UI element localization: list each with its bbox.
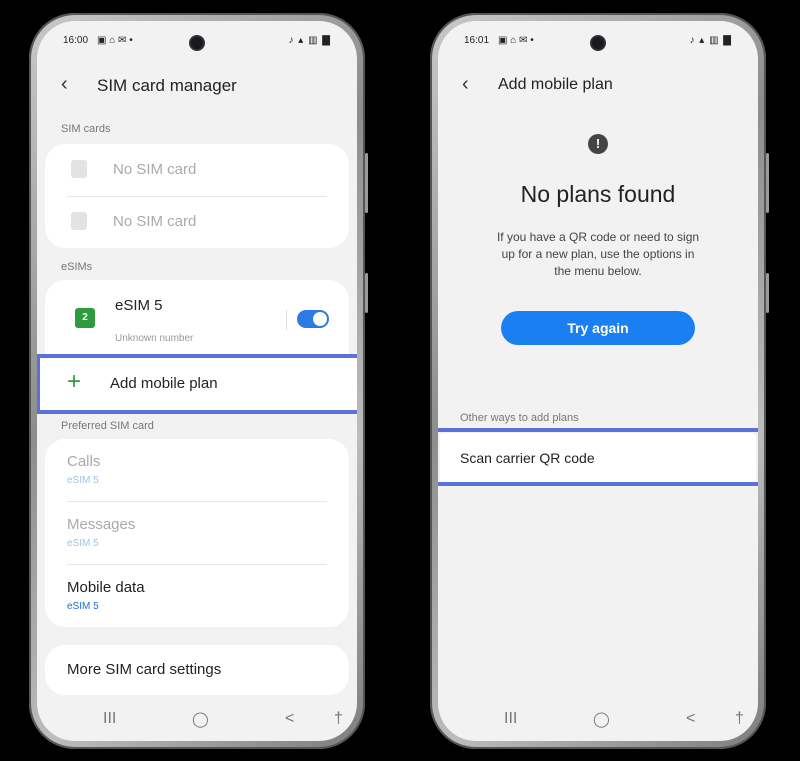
- camera-cutout: [592, 37, 604, 49]
- message-line: up for a new plan, use the options in: [501, 247, 695, 261]
- notification-icons: ▣ ⌂ ✉ •: [97, 35, 133, 46]
- preferred-calls-row: Calls eSIM 5: [67, 439, 327, 501]
- status-time: 16:00: [63, 35, 89, 46]
- exclamation-icon: !: [588, 134, 608, 154]
- esim-number: Unknown number: [115, 333, 194, 344]
- recents-icon[interactable]: III: [504, 710, 517, 728]
- right-screen: 16:01 ▣ ⌂ ✉ • ♪ ▴ ▥ ▇ ‹ Add mobile plan …: [438, 21, 758, 741]
- sim-card-slot-1: No SIM card: [67, 144, 327, 196]
- sim-card-icon: [71, 160, 87, 178]
- left-screen: 16:00 ▣ ⌂ ✉ • ♪ ▴ ▥ ▇ ‹ SIM card manager…: [37, 21, 357, 741]
- preferred-calls-label: Calls: [67, 453, 101, 470]
- divider: [286, 310, 287, 330]
- preferred-mobile-data-row[interactable]: Mobile data eSIM 5: [67, 565, 327, 627]
- camera-cutout: [191, 37, 203, 49]
- navigation-bar: III ◯ < †: [37, 701, 357, 741]
- highlight-box: [37, 354, 357, 414]
- more-sim-settings-label: More SIM card settings: [67, 661, 222, 678]
- accessibility-icon[interactable]: †: [735, 710, 744, 728]
- no-plans-heading: No plans found: [520, 181, 676, 207]
- no-plans-message: If you have a QR code or need to sign up…: [438, 229, 758, 280]
- preferred-mobile-data-label: Mobile data: [67, 579, 145, 596]
- preferred-messages-label: Messages: [67, 516, 136, 533]
- esim-chip-icon: 2: [75, 308, 95, 328]
- sim-card-slot-2: No SIM card: [67, 196, 327, 248]
- home-icon[interactable]: ◯: [192, 710, 209, 728]
- page-title: Add mobile plan: [498, 76, 613, 93]
- volume-button: [766, 153, 769, 213]
- app-header: ‹ SIM card manager: [53, 71, 341, 99]
- right-phone: 16:01 ▣ ⌂ ✉ • ♪ ▴ ▥ ▇ ‹ Add mobile plan …: [430, 13, 769, 749]
- message-line: If you have a QR code or need to sign: [496, 230, 700, 244]
- preferred-sim-card: Calls eSIM 5 Messages eSIM 5 Mobile data…: [45, 439, 349, 627]
- preferred-mobile-data-value: eSIM 5: [67, 601, 99, 612]
- sim-card-label: No SIM card: [113, 213, 197, 230]
- esim-name: eSIM 5: [115, 297, 163, 314]
- power-button: [365, 273, 368, 313]
- section-label-preferred-sim: Preferred SIM card: [61, 420, 154, 432]
- page-title: SIM card manager: [97, 76, 237, 95]
- preferred-messages-value: eSIM 5: [67, 538, 99, 549]
- volume-button: [365, 153, 368, 213]
- sim-cards-card: No SIM card No SIM card: [45, 144, 349, 248]
- navigation-bar: III ◯ < †: [438, 701, 758, 741]
- left-phone: 16:00 ▣ ⌂ ✉ • ♪ ▴ ▥ ▇ ‹ SIM card manager…: [29, 13, 368, 749]
- esim-toggle[interactable]: [297, 310, 329, 328]
- highlight-box: [438, 428, 758, 486]
- section-label-esims: eSIMs: [61, 261, 93, 273]
- sim-card-icon: [71, 212, 87, 230]
- message-line: the menu below.: [554, 264, 642, 278]
- signal-icons: ♪ ▴ ▥ ▇: [288, 35, 331, 46]
- recents-icon[interactable]: III: [103, 710, 116, 728]
- section-label-sim-cards: SIM cards: [61, 123, 111, 135]
- back-icon[interactable]: <: [285, 710, 294, 728]
- sim-card-label: No SIM card: [113, 161, 197, 178]
- toggle-knob: [313, 312, 327, 326]
- notification-icons: ▣ ⌂ ✉ •: [498, 35, 534, 46]
- section-label-other-ways: Other ways to add plans: [460, 412, 579, 424]
- back-icon[interactable]: <: [686, 710, 695, 728]
- esim-card[interactable]: 2 eSIM 5 Unknown number: [45, 280, 349, 354]
- home-icon[interactable]: ◯: [593, 710, 610, 728]
- accessibility-icon[interactable]: †: [334, 710, 343, 728]
- status-time: 16:01: [464, 35, 490, 46]
- app-header: ‹ Add mobile plan: [454, 71, 742, 99]
- chevron-left-icon[interactable]: ‹: [61, 74, 68, 94]
- preferred-messages-row: Messages eSIM 5: [67, 502, 327, 564]
- more-sim-settings-row[interactable]: More SIM card settings: [45, 645, 349, 695]
- power-button: [766, 273, 769, 313]
- preferred-calls-value: eSIM 5: [67, 475, 99, 486]
- try-again-button[interactable]: Try again: [501, 311, 695, 345]
- chevron-left-icon[interactable]: ‹: [462, 74, 469, 94]
- signal-icons: ♪ ▴ ▥ ▇: [689, 35, 732, 46]
